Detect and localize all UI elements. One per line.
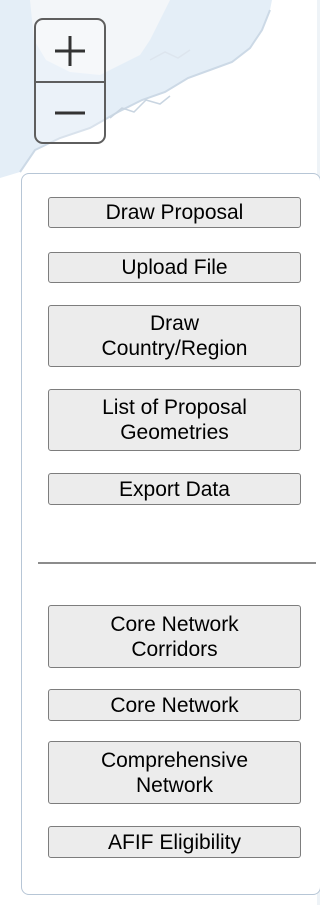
comprehensive-network-button[interactable]: Comprehensive Network: [48, 741, 301, 804]
zoom-out-button[interactable]: [36, 82, 104, 142]
minus-icon: [55, 111, 85, 114]
upload-file-button[interactable]: Upload File: [48, 252, 301, 283]
list-of-proposal-geometries-button[interactable]: List of Proposal Geometries: [48, 389, 301, 451]
zoom-in-button[interactable]: [36, 20, 104, 81]
core-network-corridors-button[interactable]: Core Network Corridors: [48, 605, 301, 668]
draw-country-region-button[interactable]: Draw Country/Region: [48, 305, 301, 367]
zoom-control: [34, 18, 106, 144]
section-divider: [38, 562, 316, 564]
afif-eligibility-button[interactable]: AFIF Eligibility: [48, 826, 301, 858]
control-panel: Draw Proposal Upload File Draw Country/R…: [21, 173, 320, 895]
draw-proposal-button[interactable]: Draw Proposal: [48, 197, 301, 228]
plus-icon: [55, 35, 85, 66]
export-data-button[interactable]: Export Data: [48, 473, 301, 505]
core-network-button[interactable]: Core Network: [48, 689, 301, 721]
